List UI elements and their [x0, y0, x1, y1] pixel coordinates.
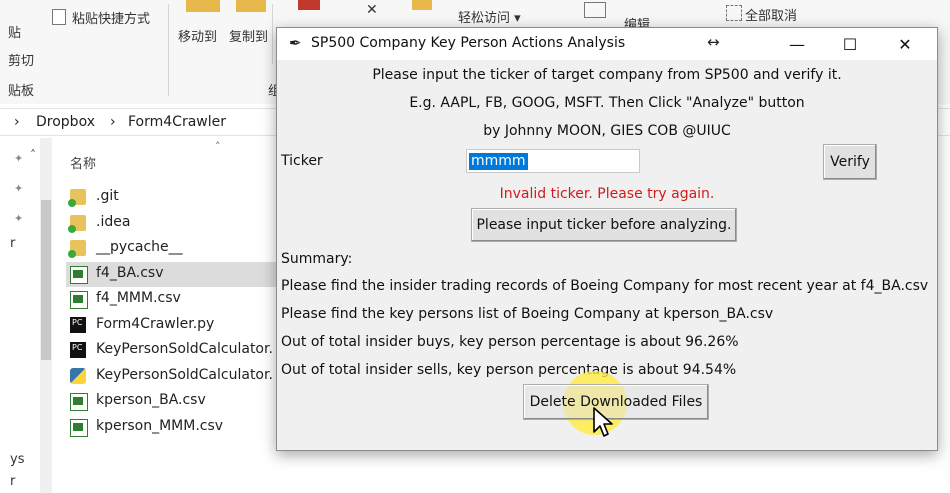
sort-chevron-icon: ˄: [215, 140, 221, 153]
breadcrumb-separator: ›: [14, 114, 20, 130]
feather-icon: ✒: [289, 34, 302, 52]
new-folder-icon: [412, 0, 432, 10]
summary-label: Summary:: [281, 251, 353, 267]
breadcrumb-separator: ›: [110, 114, 116, 130]
window-title: SP500 Company Key Person Actions Analysi…: [311, 35, 626, 51]
file-name: kperson_BA.csv: [96, 392, 206, 408]
folder-icon: [68, 214, 86, 233]
ticker-input[interactable]: mmmm: [466, 149, 640, 173]
paste-shortcut-button[interactable]: 粘贴快捷方式: [72, 8, 150, 27]
file-row[interactable]: .git: [66, 185, 276, 210]
delete-icon: [298, 0, 320, 10]
folder-icon: [68, 240, 86, 258]
cut-button[interactable]: 剪切: [8, 50, 34, 69]
error-message: Invalid ticker. Please try again.: [499, 186, 715, 202]
file-name: .idea: [96, 213, 131, 230]
name-column-header[interactable]: 名称: [70, 153, 96, 172]
pin-icon: ✦: [14, 182, 24, 195]
move-to-icon: [186, 0, 220, 12]
copy-to-button[interactable]: 复制到: [229, 26, 268, 45]
nav-item-fragment[interactable]: r: [10, 236, 15, 251]
select-none-icon: [726, 5, 742, 21]
csv-icon: [70, 393, 88, 411]
nav-item-fragment[interactable]: ys: [10, 452, 24, 467]
pin-icon: ✦: [14, 152, 24, 165]
file-name: Form4Crawler.py: [96, 315, 215, 332]
resize-arrows-icon: ↔: [707, 33, 720, 51]
summary-line: Please find the insider trading records …: [281, 278, 929, 294]
file-name: kperson_MMM.csv: [96, 417, 224, 434]
pin-icon: ✦: [14, 212, 24, 225]
summary-line: Out of total insider sells, key person p…: [281, 362, 737, 378]
example-line: E.g. AAPL, FB, GOOG, MSFT. Then Click "A…: [409, 95, 805, 111]
file-name: .git: [96, 188, 119, 204]
summary-line: Out of total insider buys, key person pe…: [281, 334, 739, 350]
file-name: KeyPersonSoldCalculator.: [96, 341, 273, 357]
properties-icon: [584, 2, 606, 18]
file-row[interactable]: KeyPersonSoldCalculator.: [66, 364, 276, 389]
file-row[interactable]: PC KeyPersonSoldCalculator.: [66, 338, 276, 363]
easy-access-button[interactable]: 轻松访问 ▾: [458, 7, 521, 26]
minimize-button[interactable]: —: [774, 28, 820, 60]
file-name: f4_MMM.csv: [96, 290, 181, 306]
breadcrumb-item-dropbox[interactable]: Dropbox: [36, 114, 95, 130]
clipboard-group-label: 贴板: [8, 84, 35, 99]
pycharm-icon: PC: [70, 316, 86, 333]
mouse-pointer-icon: [593, 407, 613, 437]
paste-shortcut-icon: [52, 9, 66, 25]
chevron-up-icon[interactable]: ˄: [30, 148, 36, 162]
paste-label[interactable]: 贴: [8, 22, 21, 41]
breadcrumb-item-form4crawler[interactable]: Form4Crawler: [128, 114, 226, 130]
close-button[interactable]: ✕: [882, 28, 928, 60]
move-to-button[interactable]: 移动到: [178, 26, 217, 45]
python-icon: [70, 367, 86, 384]
delete-files-button[interactable]: Delete Downloaded Files: [523, 384, 709, 420]
file-name: KeyPersonSoldCalculator.: [96, 366, 273, 383]
title-bar[interactable]: ✒ SP500 Company Key Person Actions Analy…: [277, 28, 937, 60]
csv-icon: [70, 418, 88, 437]
ticker-label: Ticker: [281, 153, 323, 169]
file-row[interactable]: PC Form4Crawler.py: [66, 313, 276, 338]
file-row[interactable]: kperson_BA.csv: [66, 389, 276, 414]
file-row[interactable]: f4_BA.csv: [66, 261, 276, 287]
file-row[interactable]: kperson_MMM.csv: [66, 415, 276, 440]
select-none-button[interactable]: 全部取消: [745, 5, 797, 24]
csv-icon: [70, 291, 88, 309]
nav-item-fragment[interactable]: r: [10, 474, 15, 489]
csv-icon: [70, 265, 88, 284]
ticker-input-value[interactable]: mmmm: [469, 153, 528, 170]
copy-to-icon: [236, 0, 266, 12]
file-name: f4_BA.csv: [96, 264, 164, 281]
summary-line: Please find the key persons list of Boei…: [281, 306, 774, 322]
file-name: __pycache__: [96, 239, 183, 255]
ribbon-divider: [272, 4, 273, 64]
maximize-button[interactable]: ☐: [827, 28, 873, 60]
folder-icon: [68, 189, 86, 207]
author-line: by Johnny MOON, GIES COB @UIUC: [483, 123, 731, 139]
file-row[interactable]: __pycache__: [66, 236, 276, 261]
ribbon-divider: [168, 4, 169, 96]
file-row[interactable]: f4_MMM.csv: [66, 287, 276, 312]
file-row[interactable]: .idea: [66, 211, 276, 236]
rename-icon: ✕: [366, 2, 378, 18]
analysis-dialog: ✒ SP500 Company Key Person Actions Analy…: [276, 27, 938, 451]
pycharm-icon: PC: [70, 342, 86, 358]
analyze-button[interactable]: Please input ticker before analyzing.: [471, 208, 737, 242]
instruction-line: Please input the ticker of target compan…: [372, 67, 842, 83]
nav-scrollbar-thumb[interactable]: [41, 200, 51, 360]
verify-button[interactable]: Verify: [823, 144, 877, 180]
